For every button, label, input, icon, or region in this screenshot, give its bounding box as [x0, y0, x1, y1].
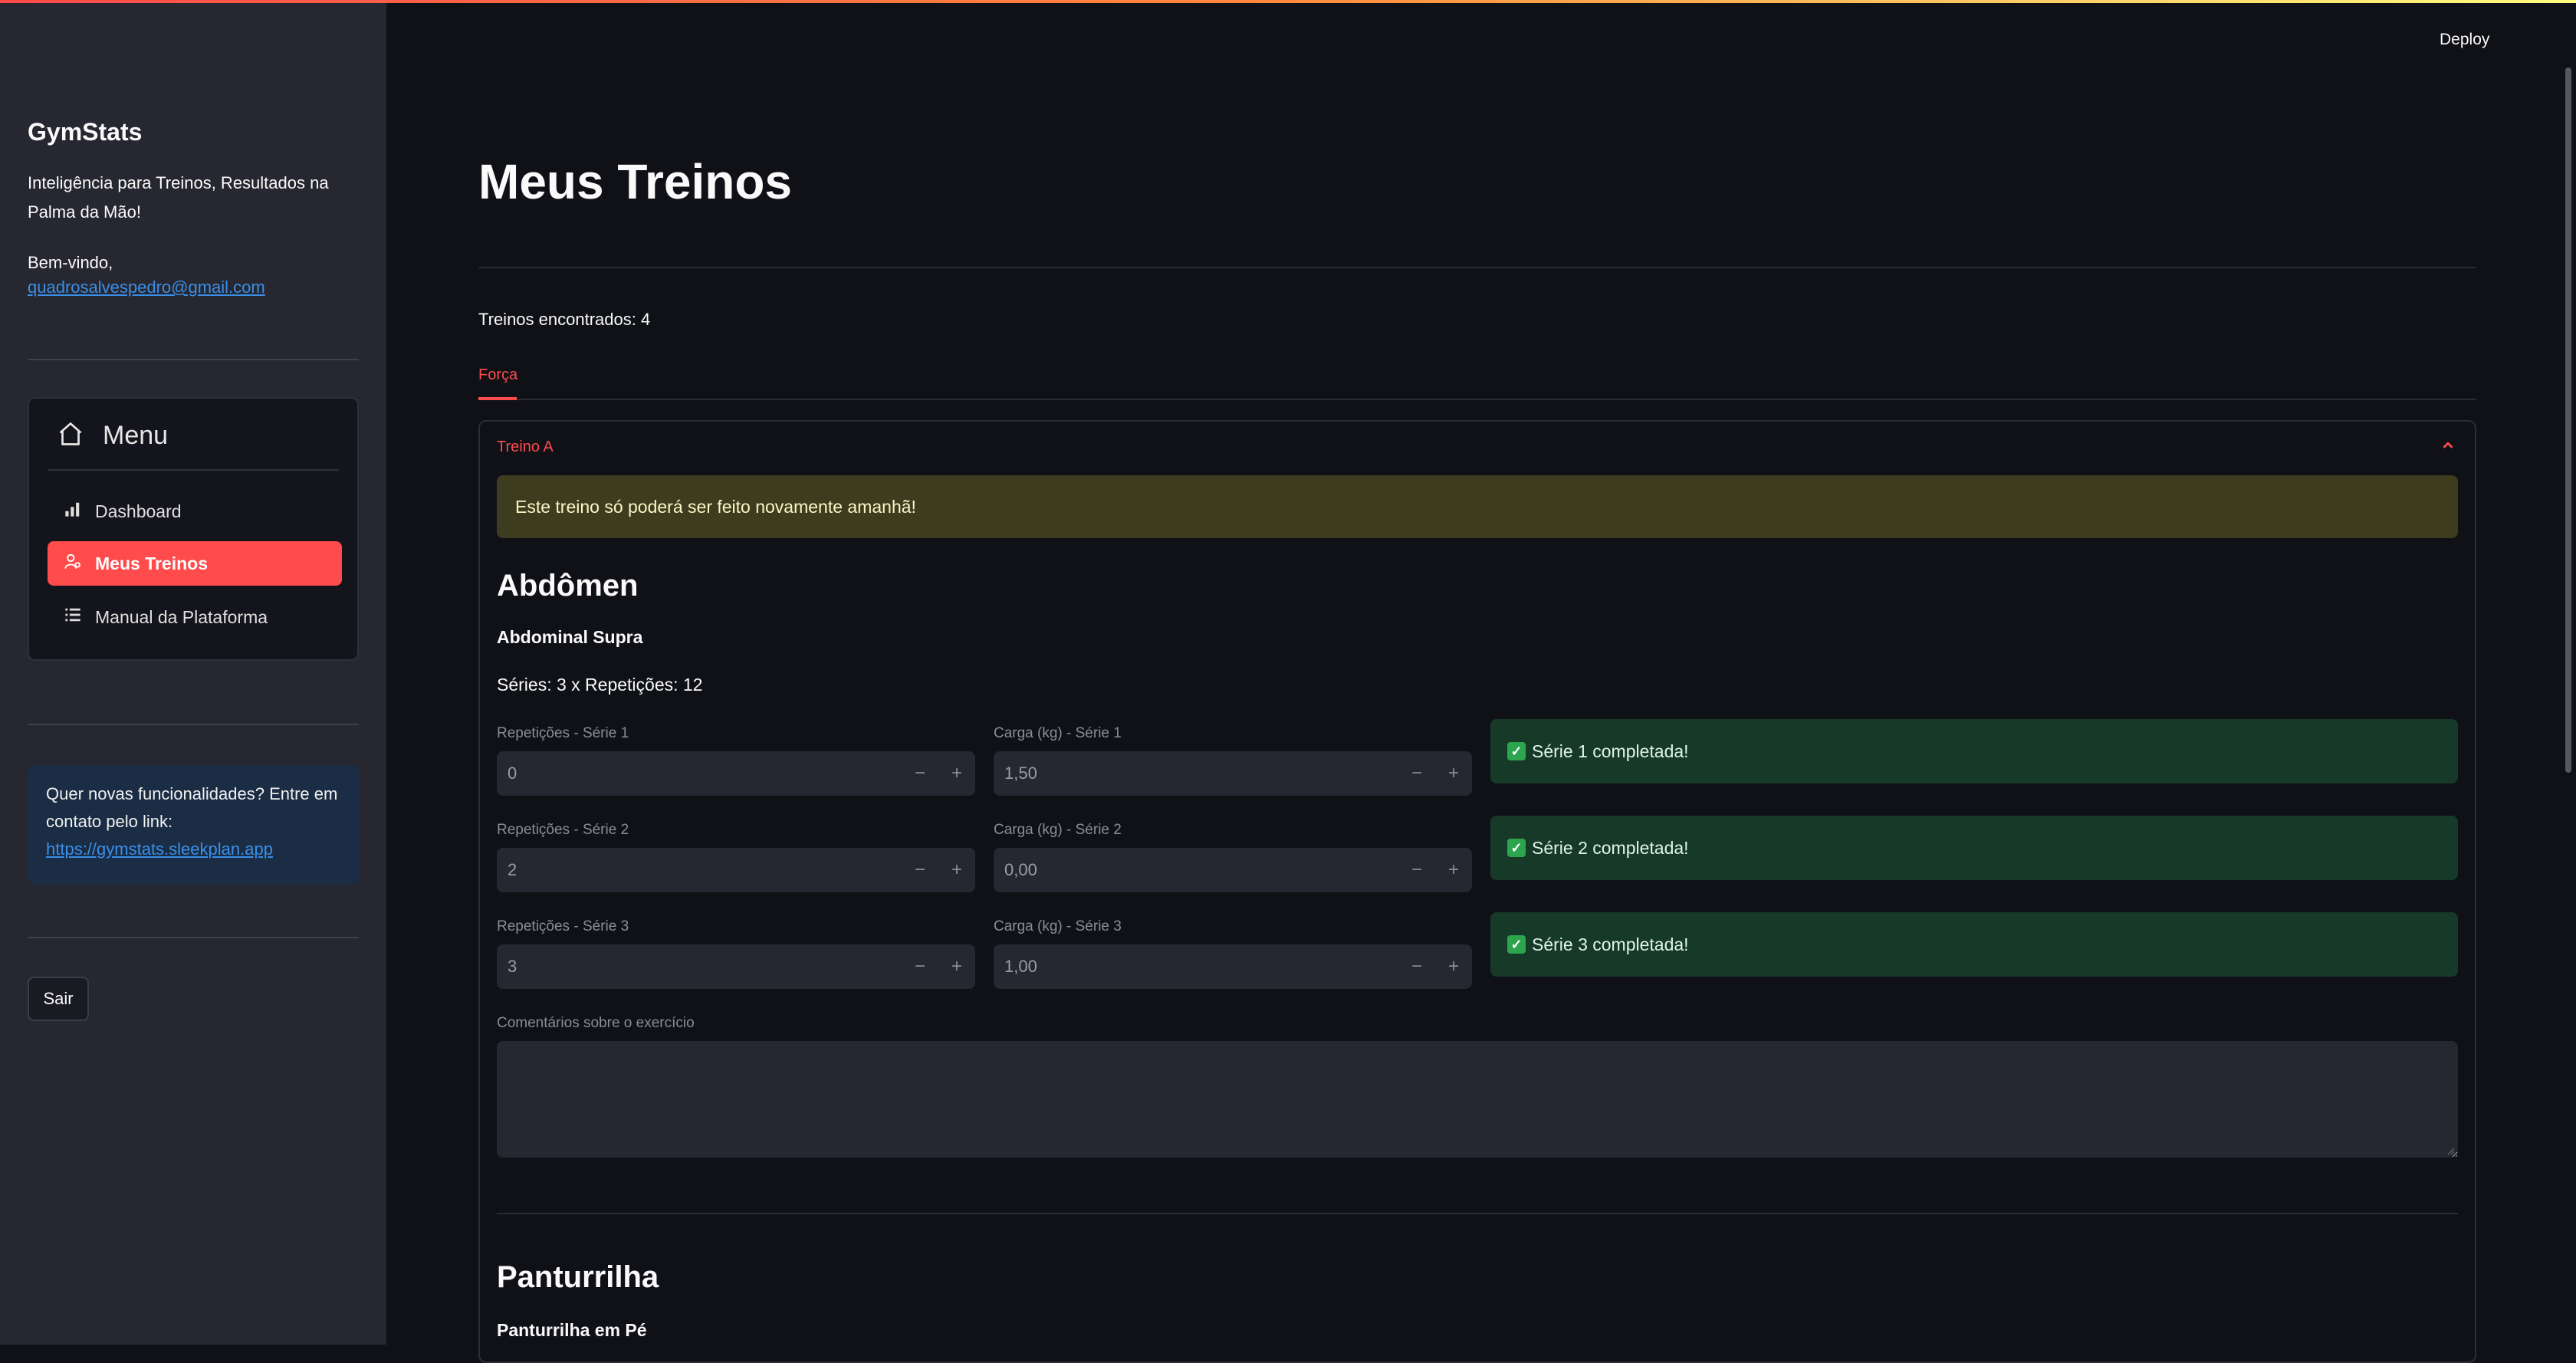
tab-forca[interactable]: Força: [478, 366, 518, 384]
reps-input-serie-3[interactable]: 3 − +: [497, 944, 975, 989]
bar-chart-icon: [64, 501, 81, 522]
increment-button[interactable]: +: [938, 848, 975, 892]
section-heading: Abdômen: [497, 569, 639, 603]
section-divider: [497, 1213, 2458, 1214]
section-heading: Panturrilha: [497, 1260, 659, 1294]
top-decoration-bar: [0, 0, 2576, 3]
menu-divider: [48, 469, 339, 471]
home-icon: [57, 420, 84, 452]
warning-text: Este treino só poderá ser feito novament…: [515, 496, 916, 517]
success-text: Série 2 completada!: [1532, 837, 1689, 858]
check-icon: ✓: [1507, 742, 1526, 760]
sidebar-divider: [28, 359, 359, 360]
load-label: Carga (kg) - Série 3: [994, 918, 1122, 934]
success-text: Série 1 completada!: [1532, 741, 1689, 761]
input-value[interactable]: 0: [497, 764, 902, 783]
decrement-button[interactable]: −: [902, 751, 938, 796]
person-icon: [64, 553, 81, 574]
warning-alert: Este treino só poderá ser feito novament…: [497, 475, 2458, 538]
load-input-serie-2[interactable]: 0,00 − +: [994, 848, 1472, 892]
resize-handle-icon[interactable]: [2446, 1145, 2455, 1159]
load-label: Carga (kg) - Série 1: [994, 725, 1122, 741]
load-input-serie-3[interactable]: 1,00 − +: [994, 944, 1472, 989]
increment-button[interactable]: +: [1435, 944, 1472, 989]
expander-title[interactable]: Treino A: [497, 438, 554, 456]
logout-button[interactable]: Sair: [28, 977, 89, 1021]
sidebar-menu: Menu Dashboard Meus Treinos Manual da Pl…: [28, 397, 359, 661]
decrement-button[interactable]: −: [902, 944, 938, 989]
comment-textarea[interactable]: [497, 1041, 2458, 1158]
success-alert-serie-2: ✓ Série 2 completada!: [1490, 816, 2458, 880]
input-value[interactable]: 1,50: [994, 764, 1398, 783]
input-value[interactable]: 3: [497, 957, 902, 977]
menu-title: Menu: [103, 421, 169, 450]
workouts-found-count: Treinos encontrados: 4: [478, 310, 651, 329]
title-divider: [478, 267, 2476, 268]
success-alert-serie-3: ✓ Série 3 completada!: [1490, 912, 2458, 977]
decrement-button[interactable]: −: [1398, 751, 1435, 796]
increment-button[interactable]: +: [938, 944, 975, 989]
check-icon: ✓: [1507, 935, 1526, 954]
active-tab-indicator: [478, 397, 517, 400]
sidebar-item-label: Dashboard: [95, 501, 182, 521]
exercise-name: Panturrilha em Pé: [497, 1320, 647, 1340]
load-label: Carga (kg) - Série 2: [994, 822, 1122, 838]
page-scrollbar[interactable]: [2565, 67, 2571, 773]
page-title: Meus Treinos: [478, 154, 792, 209]
exercise-series-info: Séries: 3 x Repetições: 12: [497, 675, 703, 695]
tab-bar-divider: [478, 399, 2476, 400]
reps-label: Repetições - Série 3: [497, 918, 629, 934]
success-text: Série 3 completada!: [1532, 934, 1689, 954]
increment-button[interactable]: +: [1435, 751, 1472, 796]
increment-button[interactable]: +: [1435, 848, 1472, 892]
comment-label: Comentários sobre o exercício: [497, 1015, 695, 1031]
input-value[interactable]: 1,00: [994, 957, 1398, 977]
sidebar-divider: [28, 724, 359, 725]
reps-label: Repetições - Série 1: [497, 725, 629, 741]
sidebar: GymStats Inteligência para Treinos, Resu…: [0, 3, 386, 1345]
decrement-button[interactable]: −: [1398, 944, 1435, 989]
sidebar-item-manual[interactable]: Manual da Plataforma: [48, 595, 342, 639]
check-icon: ✓: [1507, 839, 1526, 857]
app-tagline: Inteligência para Treinos, Resultados na…: [28, 173, 329, 222]
info-text: Quer novas funcionalidades? Entre em con…: [46, 784, 338, 831]
sleekplan-link[interactable]: https://gymstats.sleekplan.app: [46, 839, 273, 859]
menu-header: Menu: [57, 420, 168, 452]
load-input-serie-1[interactable]: 1,50 − +: [994, 751, 1472, 796]
exercise-name: Abdominal Supra: [497, 627, 643, 647]
sidebar-divider: [28, 937, 359, 938]
sidebar-item-label: Manual da Plataforma: [95, 606, 268, 627]
input-value[interactable]: 0,00: [994, 860, 1398, 880]
success-alert-serie-1: ✓ Série 1 completada!: [1490, 719, 2458, 783]
reps-input-serie-2[interactable]: 2 − +: [497, 848, 975, 892]
decrement-button[interactable]: −: [1398, 848, 1435, 892]
increment-button[interactable]: +: [938, 751, 975, 796]
sidebar-item-dashboard[interactable]: Dashboard: [48, 489, 342, 534]
input-value[interactable]: 2: [497, 860, 902, 880]
user-email-link[interactable]: quadrosalvespedro@gmail.com: [28, 278, 265, 297]
list-icon: [64, 606, 81, 628]
deploy-button[interactable]: Deploy: [2440, 31, 2489, 49]
sidebar-item-meus-treinos[interactable]: Meus Treinos: [48, 541, 342, 586]
sidebar-item-label: Meus Treinos: [95, 553, 208, 573]
reps-label: Repetições - Série 2: [497, 822, 629, 838]
decrement-button[interactable]: −: [902, 848, 938, 892]
chevron-up-icon[interactable]: [2440, 437, 2456, 458]
reps-input-serie-1[interactable]: 0 − +: [497, 751, 975, 796]
feature-request-info: Quer novas funcionalidades? Entre em con…: [28, 765, 359, 885]
welcome-text: Bem-vindo,: [28, 253, 113, 272]
app-title: GymStats: [28, 118, 143, 146]
